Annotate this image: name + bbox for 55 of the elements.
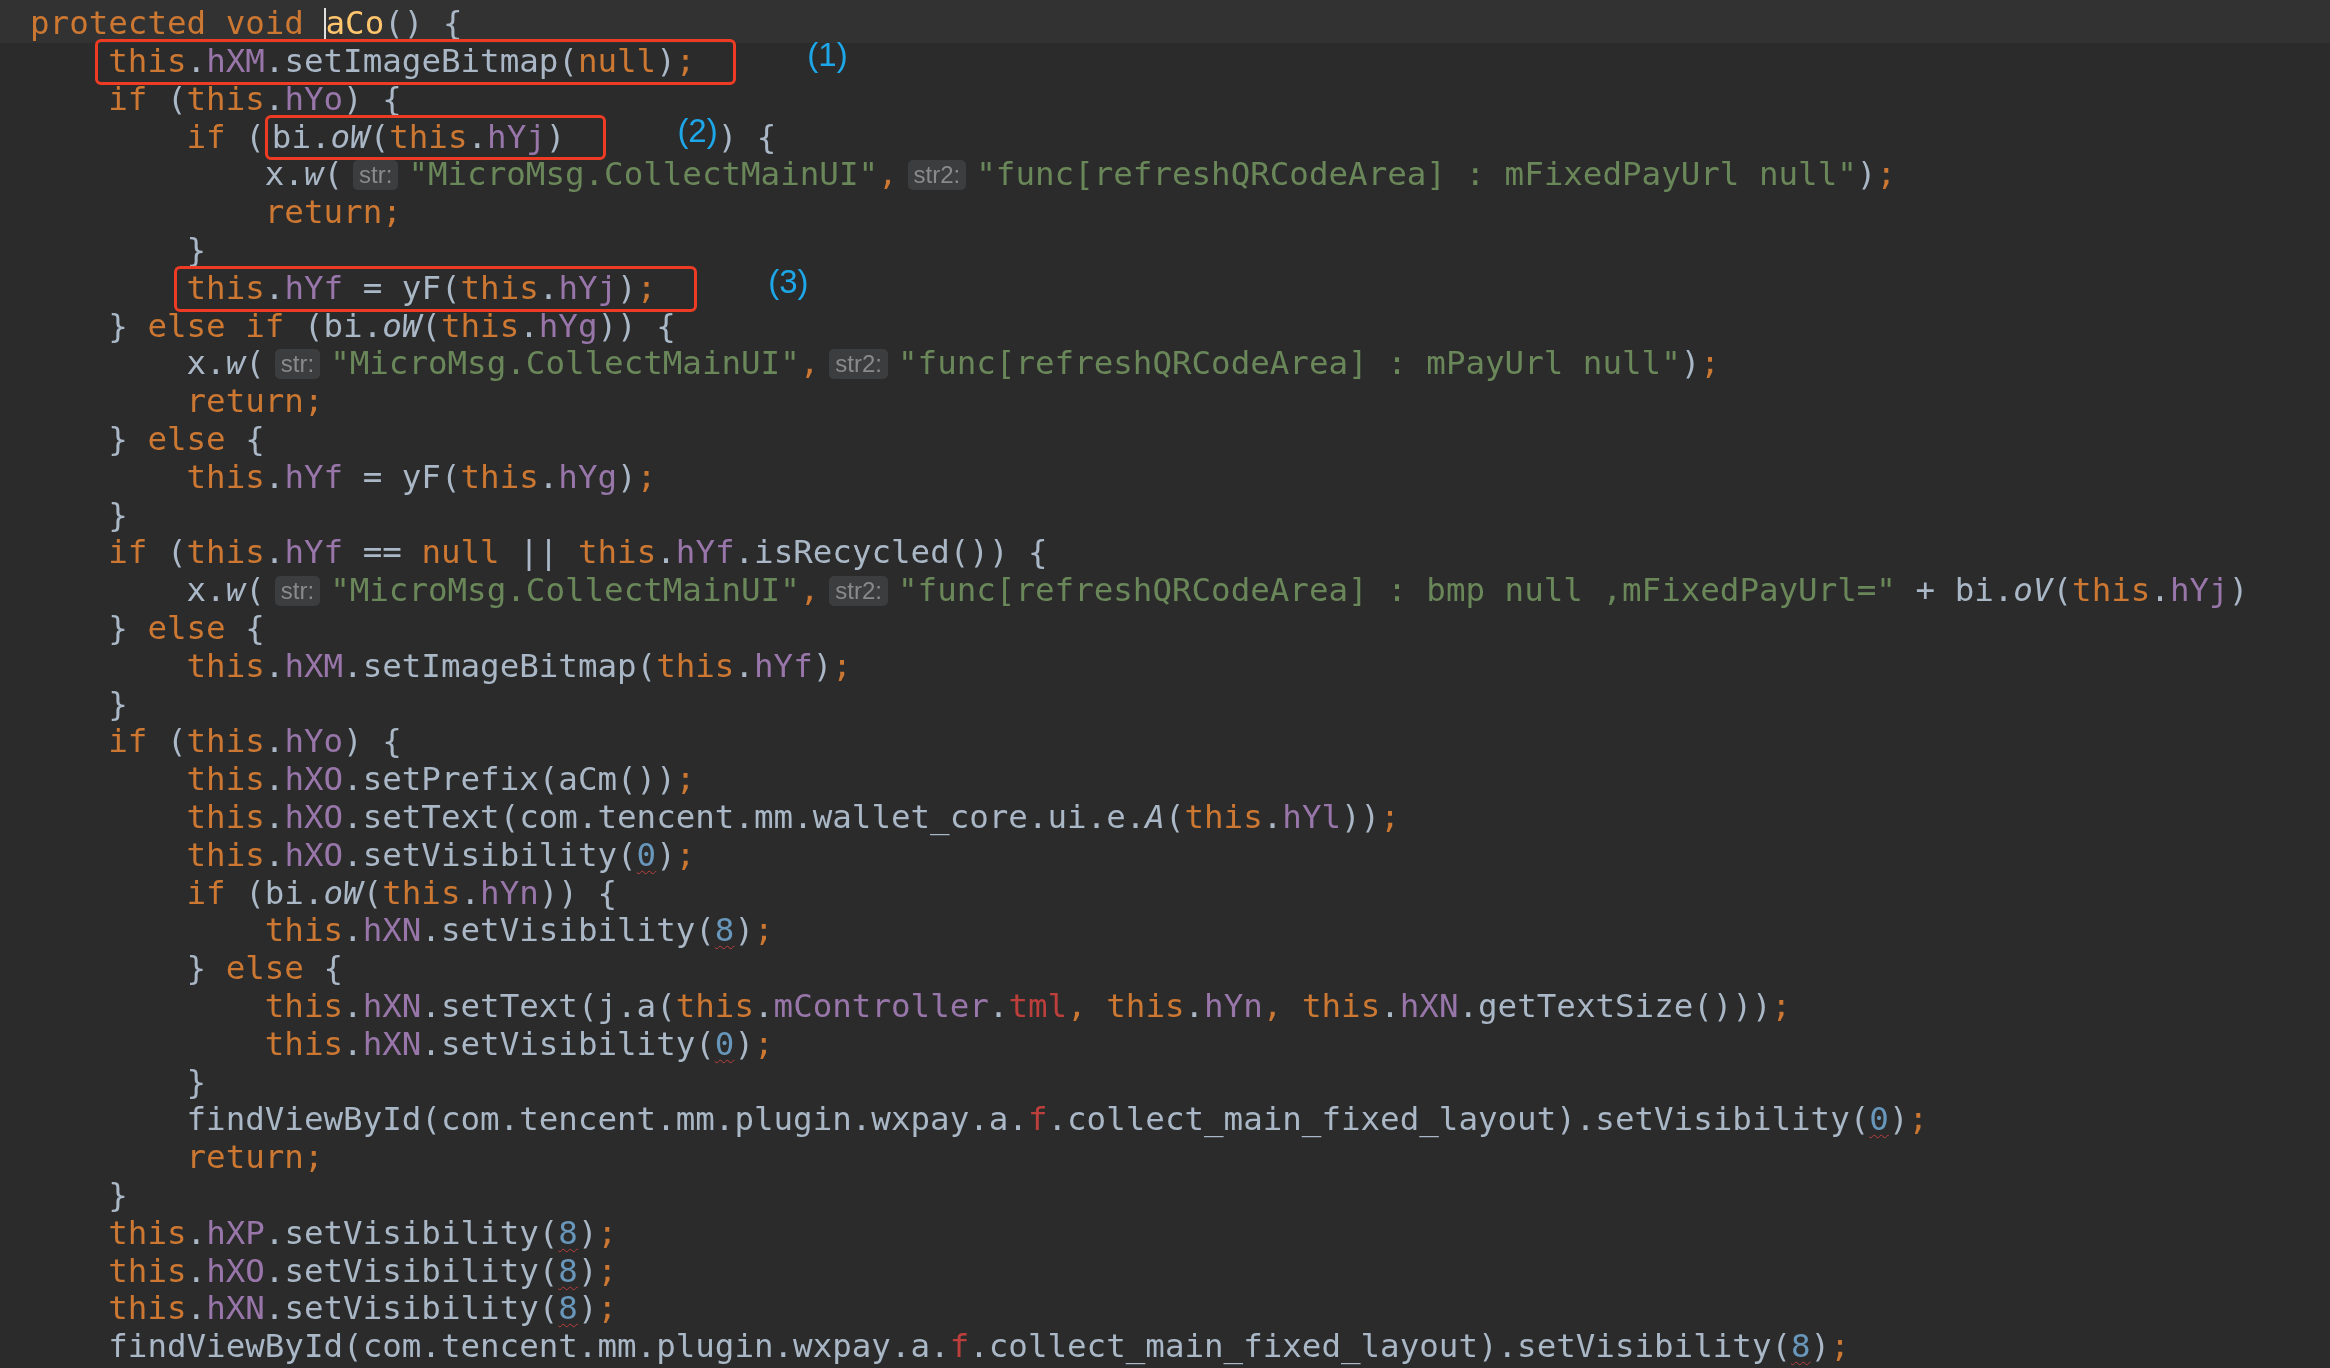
inlay-hint: str2: (829, 349, 889, 380)
code-text: this.hXM.setImageBitmap(this.hYf); (185, 647, 852, 686)
inlay-hint: str: (274, 576, 321, 607)
code-text: } else { (185, 950, 344, 988)
code-text: } else { (107, 420, 265, 459)
code-text: } (107, 685, 128, 724)
code-text: } else { (107, 609, 265, 648)
code-text: if (this.hYo) { (107, 723, 402, 762)
code-text: this.hYf = yF(this.hYg); (185, 458, 657, 497)
code-text: } (185, 232, 207, 270)
code-text: bi.oW(this.hYj) (271, 118, 566, 157)
code-text: "func[refreshQRCodeArea] : bmp null ,mFixedPayUrl=" + bi.oV(this.hYj) (898, 572, 2249, 610)
code-text: if (this.hYf == null || this.hYf.isRecycled()) { (107, 534, 1048, 573)
code-text: this.hXO.setVisibility(8); (107, 1252, 618, 1291)
inlay-hint: str2: (907, 160, 967, 191)
code-text: "MicroMsg.CollectMainUI", (330, 345, 820, 384)
annotation-label: (2) (677, 111, 718, 150)
code-text: this.hXN.setText(j.a(this.mController.tml, this.hYn, this.hXN.getTextSize())); (263, 987, 1792, 1026)
code-text: return; (263, 194, 402, 232)
code-text: if (bi.oW(this.hYn)) { (185, 874, 618, 913)
code-text: "MicroMsg.CollectMainUI", (330, 572, 820, 610)
code-text: this.hXM.setImageBitmap(null); (108, 43, 696, 81)
code-text: this.hXO.setPrefix(aCm()); (185, 761, 696, 799)
code-text: x.w( (185, 572, 265, 610)
code-text: this.hXN.setVisibility(8); (263, 912, 774, 951)
code-text: "MicroMsg.CollectMainUI", (408, 156, 898, 195)
code-text: } else if (bi.oW(this.hYg)) { (107, 307, 676, 346)
code-text: return; (185, 1139, 324, 1177)
code-text: if (this.hYo) { (107, 80, 402, 119)
code-text: findViewById(com.tencent.mm.plugin.wxpay.a.f.collect_main_fixed_layout).setVisibility(0); (185, 1101, 1929, 1140)
inlay-hint: str2: (829, 576, 889, 607)
code-text: } (107, 496, 128, 535)
code-text: this.hXN.setVisibility(0); (263, 1025, 774, 1064)
code-text: this.hYf = yF(this.hYj); (186, 269, 657, 308)
code-text: this.hXP.setVisibility(8); (107, 1214, 618, 1253)
code-text: "func[refreshQRCodeArea] : mFixedPayUrl null"); (976, 156, 1896, 195)
code-text: "func[refreshQRCodeArea] : mPayUrl null"); (898, 345, 1720, 384)
annotation-label: (3) (768, 262, 809, 301)
code-text: aCo() { (325, 5, 463, 43)
annotation-label: (1) (807, 36, 848, 74)
code-text: return; (185, 383, 324, 421)
inlay-hint: str: (353, 160, 399, 191)
code-text: ) { (717, 118, 777, 157)
code-text: } (107, 1176, 128, 1215)
code-text: } (185, 1063, 207, 1102)
code-text: this.hXO.setText(com.tencent.mm.wallet_core.ui.e.A(this.hYl)); (185, 798, 1400, 837)
text-cursor (323, 8, 326, 40)
inlay-hint: str: (274, 349, 321, 380)
code-text: this.hXN.setVisibility(8); (107, 1290, 618, 1329)
code-text: x.w( (185, 345, 265, 384)
code-text: protected void (30, 5, 305, 43)
code-text: if ( (185, 118, 265, 157)
code-text: this.hXO.setVisibility(0); (185, 836, 696, 875)
code-text: findViewById(com.tencent.mm.plugin.wxpay.a.f.collect_main_fixed_layout).setVisibility(8); (107, 1328, 1850, 1366)
code-text: x.w( (263, 156, 344, 195)
